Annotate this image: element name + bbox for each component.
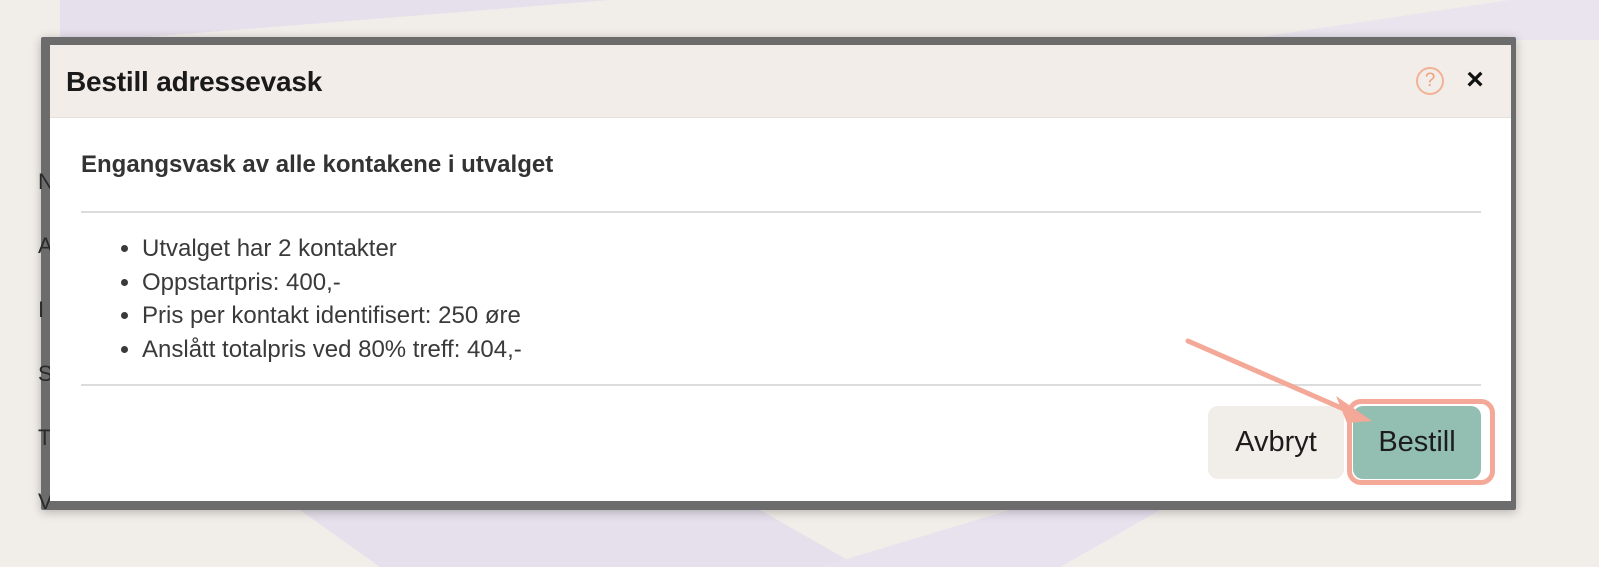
dialog-title: Bestill adressevask (66, 66, 323, 97)
info-list: Utvalget har 2 kontakter Oppstartpris: 4… (98, 232, 522, 366)
list-item: Anslått totalpris ved 80% treff: 404,- (142, 333, 522, 367)
list-item: Utvalget har 2 kontakter (142, 232, 522, 266)
order-dialog: Bestill adressevask ? × Engangsvask av a… (50, 45, 1511, 501)
dialog-subtitle: Engangsvask av alle kontakene i utvalget (81, 151, 554, 178)
close-icon[interactable]: × (1460, 63, 1490, 97)
dialog-header: Bestill adressevask ? × (50, 45, 1511, 118)
divider (81, 384, 1481, 386)
cancel-button[interactable]: Avbryt (1208, 406, 1344, 479)
order-button[interactable]: Bestill (1353, 406, 1481, 479)
list-item: Oppstartpris: 400,- (142, 266, 522, 300)
list-item: Pris per kontakt identifisert: 250 øre (142, 299, 522, 333)
help-icon[interactable]: ? (1416, 67, 1444, 95)
divider (81, 211, 1481, 213)
